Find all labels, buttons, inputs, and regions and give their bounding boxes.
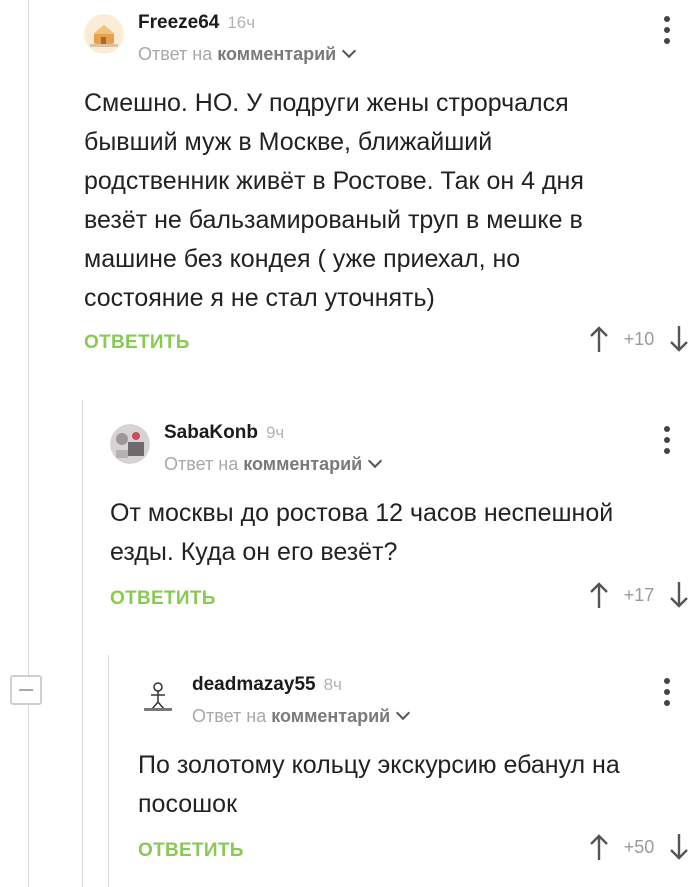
reply-to-link[interactable]: Ответ на комментарий — [164, 453, 383, 475]
comment-header: deadmazay55 8ч Ответ на комментарий — [138, 674, 700, 746]
rating: +17 — [623, 584, 655, 605]
username[interactable]: Freeze64 16ч — [138, 12, 255, 34]
comment-actions: ОТВЕТИТЬ +17 — [110, 582, 700, 628]
chevron-down-icon — [368, 453, 383, 469]
avatar[interactable] — [110, 424, 150, 464]
upvote-arrow-icon[interactable] — [588, 832, 610, 862]
vote-controls: +10 — [588, 324, 690, 354]
reply-button[interactable]: ОТВЕТИТЬ — [138, 840, 244, 862]
upvote-arrow-icon[interactable] — [588, 580, 610, 610]
thread-line — [28, 0, 29, 887]
comment-text: Смешно. НО. У подруги жены строрчался бы… — [84, 89, 584, 312]
downvote-arrow-icon[interactable] — [668, 580, 690, 610]
chevron-down-icon — [396, 705, 411, 721]
comment-time: 9ч — [265, 423, 285, 442]
comment-text: От москвы до ростова 12 часов неспешной … — [110, 499, 614, 566]
rating: +50 — [623, 836, 655, 857]
minus-icon — [19, 689, 33, 691]
thread-line — [82, 400, 83, 887]
vote-controls: +17 — [588, 580, 690, 610]
collapse-thread-button[interactable] — [10, 675, 42, 705]
comment-time: 16ч — [227, 13, 256, 32]
reply-button[interactable]: ОТВЕТИТЬ — [84, 332, 190, 354]
avatar[interactable] — [138, 676, 178, 716]
reply-button[interactable]: ОТВЕТИТЬ — [110, 588, 216, 610]
more-options-icon[interactable] — [660, 16, 674, 50]
downvote-arrow-icon[interactable] — [668, 324, 690, 354]
reply-to-link[interactable]: Ответ на комментарий — [192, 705, 411, 727]
thread-line — [108, 655, 109, 887]
comment-time: 8ч — [323, 675, 342, 694]
username[interactable]: SabaKonb 9ч — [164, 422, 284, 444]
comment: SabaKonb 9ч Ответ на комментарий От москв… — [110, 422, 700, 628]
vote-controls: +50 — [588, 832, 690, 862]
avatar[interactable] — [84, 14, 124, 54]
comment-actions: ОТВЕТИТЬ +50 — [138, 834, 700, 880]
comment-header: SabaKonb 9ч Ответ на комментарий — [110, 422, 700, 494]
more-options-icon[interactable] — [660, 426, 674, 460]
comment-actions: ОТВЕТИТЬ +10 — [84, 326, 700, 372]
reply-to-link[interactable]: Ответ на комментарий — [138, 43, 357, 65]
rating: +10 — [623, 328, 655, 349]
downvote-arrow-icon[interactable] — [668, 832, 690, 862]
upvote-arrow-icon[interactable] — [588, 324, 610, 354]
comment-header: Freeze64 16ч Ответ на комментарий — [84, 12, 700, 84]
comment-text: По золотому кольцу экскурсию ебанул на п… — [138, 751, 620, 818]
chevron-down-icon — [342, 43, 357, 59]
comment: deadmazay55 8ч Ответ на комментарий По зо… — [138, 674, 700, 880]
comment: Freeze64 16ч Ответ на комментарий Смешно.… — [84, 12, 700, 372]
more-options-icon[interactable] — [660, 678, 674, 712]
username[interactable]: deadmazay55 8ч — [192, 674, 342, 696]
